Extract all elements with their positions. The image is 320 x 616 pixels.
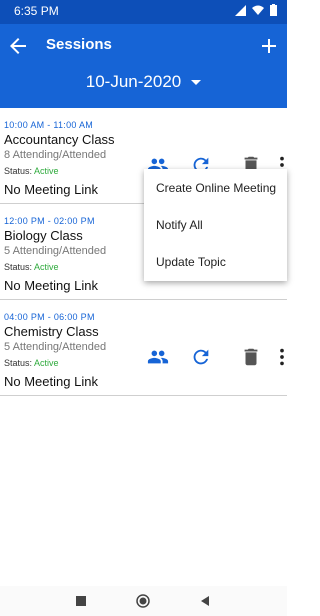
back-arrow-icon[interactable] — [6, 34, 30, 58]
wifi-icon — [252, 5, 264, 15]
session-attending: 8 Attending/Attended — [4, 149, 107, 161]
session-item[interactable]: 04:00 PM - 06:00 PM Chemistry Class 5 At… — [0, 300, 287, 396]
status-icons — [235, 4, 277, 16]
status-label: Status: — [4, 358, 33, 368]
date-label: 10-Jun-2020 — [85, 72, 182, 91]
session-meeting-link: No Meeting Link — [4, 374, 98, 389]
refresh-icon[interactable] — [190, 346, 212, 368]
app-bar: Sessions 10-Jun-2020 — [0, 24, 287, 108]
session-name: Chemistry Class — [4, 324, 99, 339]
status-label: Status: — [4, 262, 33, 272]
session-time: 12:00 PM - 02:00 PM — [4, 216, 95, 226]
session-status: Status: Active — [4, 262, 59, 272]
status-bar: 6:35 PM — [0, 0, 287, 24]
chevron-down-icon — [191, 80, 202, 86]
session-attending: 5 Attending/Attended — [4, 245, 107, 257]
menu-item-notify-all[interactable]: Notify All — [156, 218, 203, 232]
menu-item-update-topic[interactable]: Update Topic — [156, 255, 226, 269]
back-icon[interactable] — [198, 594, 212, 608]
battery-icon — [270, 4, 277, 16]
status-time: 6:35 PM — [14, 4, 59, 18]
delete-icon[interactable] — [240, 346, 262, 368]
overflow-menu: Create Online Meeting Notify All Update … — [144, 169, 287, 281]
status-value: Active — [34, 166, 59, 176]
session-meeting-link: No Meeting Link — [4, 182, 98, 197]
status-label: Status: — [4, 166, 33, 176]
add-icon[interactable] — [257, 34, 281, 58]
session-status: Status: Active — [4, 358, 59, 368]
signal-icon — [235, 4, 246, 16]
session-time: 04:00 PM - 06:00 PM — [4, 312, 95, 322]
system-nav-bar — [0, 586, 287, 616]
menu-item-create-online-meeting[interactable]: Create Online Meeting — [156, 181, 276, 195]
status-value: Active — [34, 262, 59, 272]
people-icon[interactable] — [147, 346, 169, 368]
session-status: Status: Active — [4, 166, 59, 176]
session-time: 10:00 AM - 11:00 AM — [4, 120, 94, 130]
session-name: Accountancy Class — [4, 132, 115, 147]
session-name: Biology Class — [4, 228, 83, 243]
recents-icon[interactable] — [74, 594, 88, 608]
session-meeting-link: No Meeting Link — [4, 278, 98, 293]
home-icon[interactable] — [136, 594, 150, 608]
page-title: Sessions — [46, 36, 112, 53]
more-vert-icon[interactable] — [271, 346, 293, 368]
session-attending: 5 Attending/Attended — [4, 341, 107, 353]
date-selector[interactable]: 10-Jun-2020 — [0, 72, 287, 92]
status-value: Active — [34, 358, 59, 368]
